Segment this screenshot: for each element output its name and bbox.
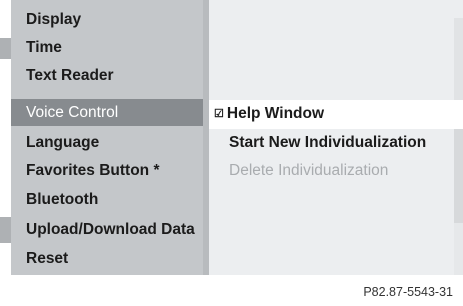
menu-item-upload-download[interactable]: Upload/Download Data — [11, 216, 203, 243]
help-window-label: Help Window — [226, 105, 325, 122]
help-window-option[interactable]: ☑ Help Window — [214, 104, 324, 124]
head-unit-screen: Display Time Text Reader Voice Control L… — [0, 0, 463, 275]
right-edge — [454, 100, 463, 129]
menu-item-favorites-button[interactable]: Favorites Button * — [11, 157, 203, 184]
menu-item-text-reader[interactable]: Text Reader — [11, 62, 203, 89]
menu-item-display[interactable]: Display — [11, 6, 203, 33]
menu-item-time[interactable]: Time — [11, 34, 203, 61]
figure-code: P82.87-5543-31 — [363, 285, 453, 299]
left-edge — [0, 59, 11, 217]
menu-item-bluetooth[interactable]: Bluetooth — [11, 186, 203, 213]
left-edge — [0, 38, 11, 59]
right-edge — [454, 18, 463, 100]
start-new-individualization-option[interactable]: Start New Individualization — [229, 133, 426, 153]
right-edge — [454, 223, 463, 275]
menu-item-voice-control[interactable]: Voice Control — [11, 99, 203, 126]
right-edge — [454, 0, 463, 18]
menu-item-language[interactable]: Language — [11, 129, 203, 156]
left-edge — [0, 243, 11, 275]
menu-item-reset[interactable]: Reset — [11, 245, 203, 272]
left-edge — [0, 217, 11, 243]
checkbox-checked-icon: ☑ — [214, 108, 224, 120]
left-edge — [0, 0, 11, 38]
right-edge — [454, 129, 463, 223]
delete-individualization-option: Delete Individualization — [229, 162, 389, 179]
